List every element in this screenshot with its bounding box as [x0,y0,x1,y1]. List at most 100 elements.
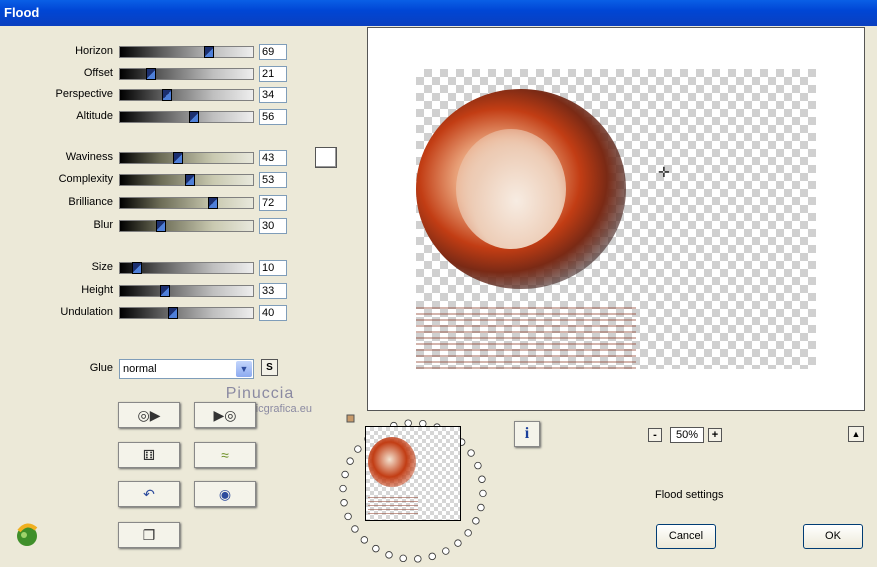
preview-figure-highlight [456,129,566,249]
slider-thumb[interactable] [185,174,195,186]
height-value-field[interactable]: 33 [259,283,287,299]
zoom-out-button[interactable]: - [648,428,662,442]
slider-thumb[interactable] [132,262,142,274]
slider-label: Altitude [76,110,113,122]
preview-image: ✛ [416,69,816,369]
slider-thumb[interactable] [208,197,218,209]
slider-thumb[interactable] [168,307,178,319]
ring-dot [454,539,462,547]
ring-dot [344,512,352,521]
blur-value-field[interactable]: 30 [259,218,287,234]
slider-row-brilliance: Brilliance [0,196,113,210]
title-bar: Flood [0,0,877,26]
blur-slider[interactable] [119,220,254,232]
ring-dot [442,547,450,555]
ring-dot [351,525,359,533]
size-slider[interactable] [119,262,254,274]
slider-thumb[interactable] [173,152,183,164]
chevron-down-icon[interactable]: ▼ [236,361,252,377]
undo-button[interactable]: ↶ [118,481,180,507]
slider-thumb[interactable] [189,111,199,123]
brilliance-value-field[interactable]: 72 [259,195,287,211]
slider-row-blur: Blur [0,219,113,233]
perspective-slider[interactable] [119,89,254,101]
navigator-thumbnail[interactable] [365,426,461,521]
wave-icon: ≈ [221,447,229,463]
waviness-slider[interactable] [119,152,254,164]
document-icon: ❐ [142,527,156,543]
collapse-button[interactable]: ▲ [848,426,864,442]
ring-dot [474,461,482,470]
slider-label: Waviness [65,151,113,163]
altitude-slider[interactable] [119,111,254,123]
slider-row-perspective: Perspective [0,88,113,102]
preview-reflection [416,307,636,369]
altitude-value-field[interactable]: 56 [259,109,287,125]
glue-s-button[interactable]: S [261,359,278,376]
height-slider[interactable] [119,285,254,297]
horizon-value-field[interactable]: 69 [259,44,287,60]
slider-label: Perspective [55,88,113,100]
slider-row-height: Height [0,284,113,298]
slider-label: Undulation [60,306,113,318]
preview-canvas[interactable]: ✛ [367,27,865,411]
slider-row-offset: Offset [0,67,113,81]
horizon-slider[interactable] [119,46,254,58]
ring-dot [399,554,407,563]
ring-dot [341,470,349,479]
chevron-up-icon: ▲ [851,429,861,439]
ring-dot [478,475,486,483]
ring-dot [346,457,354,465]
zoom-value: 50% [670,427,704,443]
status-text: Flood settings [655,489,724,501]
ok-button[interactable]: OK [803,524,863,549]
glue-select[interactable]: normal ▼ [119,359,254,379]
load-preset-button[interactable]: ◎▶ [118,402,180,428]
ring-handle[interactable] [346,414,355,423]
glue-select-value: normal [123,363,157,375]
copy-button[interactable]: ❐ [118,522,180,548]
waviness-value-field[interactable]: 43 [259,150,287,166]
slider-row-waviness: Waviness [0,151,113,165]
color-swatch[interactable] [315,147,337,168]
slider-row-complexity: Complexity [0,173,113,187]
info-button[interactable]: i [514,421,540,447]
plugin-logo-icon [17,523,38,546]
slider-label: Height [81,284,113,296]
size-value-field[interactable]: 10 [259,260,287,276]
undulation-slider[interactable] [119,307,254,319]
ring-dot [414,555,422,563]
save-preset-button[interactable]: ▶◎ [194,402,256,428]
ring-dot [467,449,475,457]
slider-thumb[interactable] [156,220,166,232]
slider-thumb[interactable] [162,89,172,101]
thumbnail-figure [368,437,416,487]
ring-dot [360,536,369,544]
slider-row-altitude: Altitude [0,110,113,124]
reset-button[interactable]: ◉ [194,481,256,507]
dice-icon: ⚅ [142,447,156,463]
glue-label: Glue [89,362,113,374]
slider-label: Horizon [75,45,113,57]
undulation-value-field[interactable]: 40 [259,305,287,321]
complexity-value-field[interactable]: 53 [259,172,287,188]
ring-dot [479,489,487,498]
ring-dot [385,551,393,559]
glue-row: Glue [0,362,113,376]
ring-dot [477,503,485,512]
ring-dot [428,552,436,561]
slider-thumb[interactable] [204,46,214,58]
wave-button[interactable]: ≈ [194,442,256,468]
cancel-button[interactable]: Cancel [656,524,716,549]
brilliance-slider[interactable] [119,197,254,209]
slider-label: Complexity [58,173,113,185]
ring-dot [340,499,348,507]
randomize-button[interactable]: ⚅ [118,442,180,468]
complexity-slider[interactable] [119,174,254,186]
slider-thumb[interactable] [146,68,156,80]
zoom-in-button[interactable]: + [708,428,722,442]
slider-thumb[interactable] [160,285,170,297]
offset-value-field[interactable]: 21 [259,66,287,82]
perspective-value-field[interactable]: 34 [259,87,287,103]
offset-slider[interactable] [119,68,254,80]
